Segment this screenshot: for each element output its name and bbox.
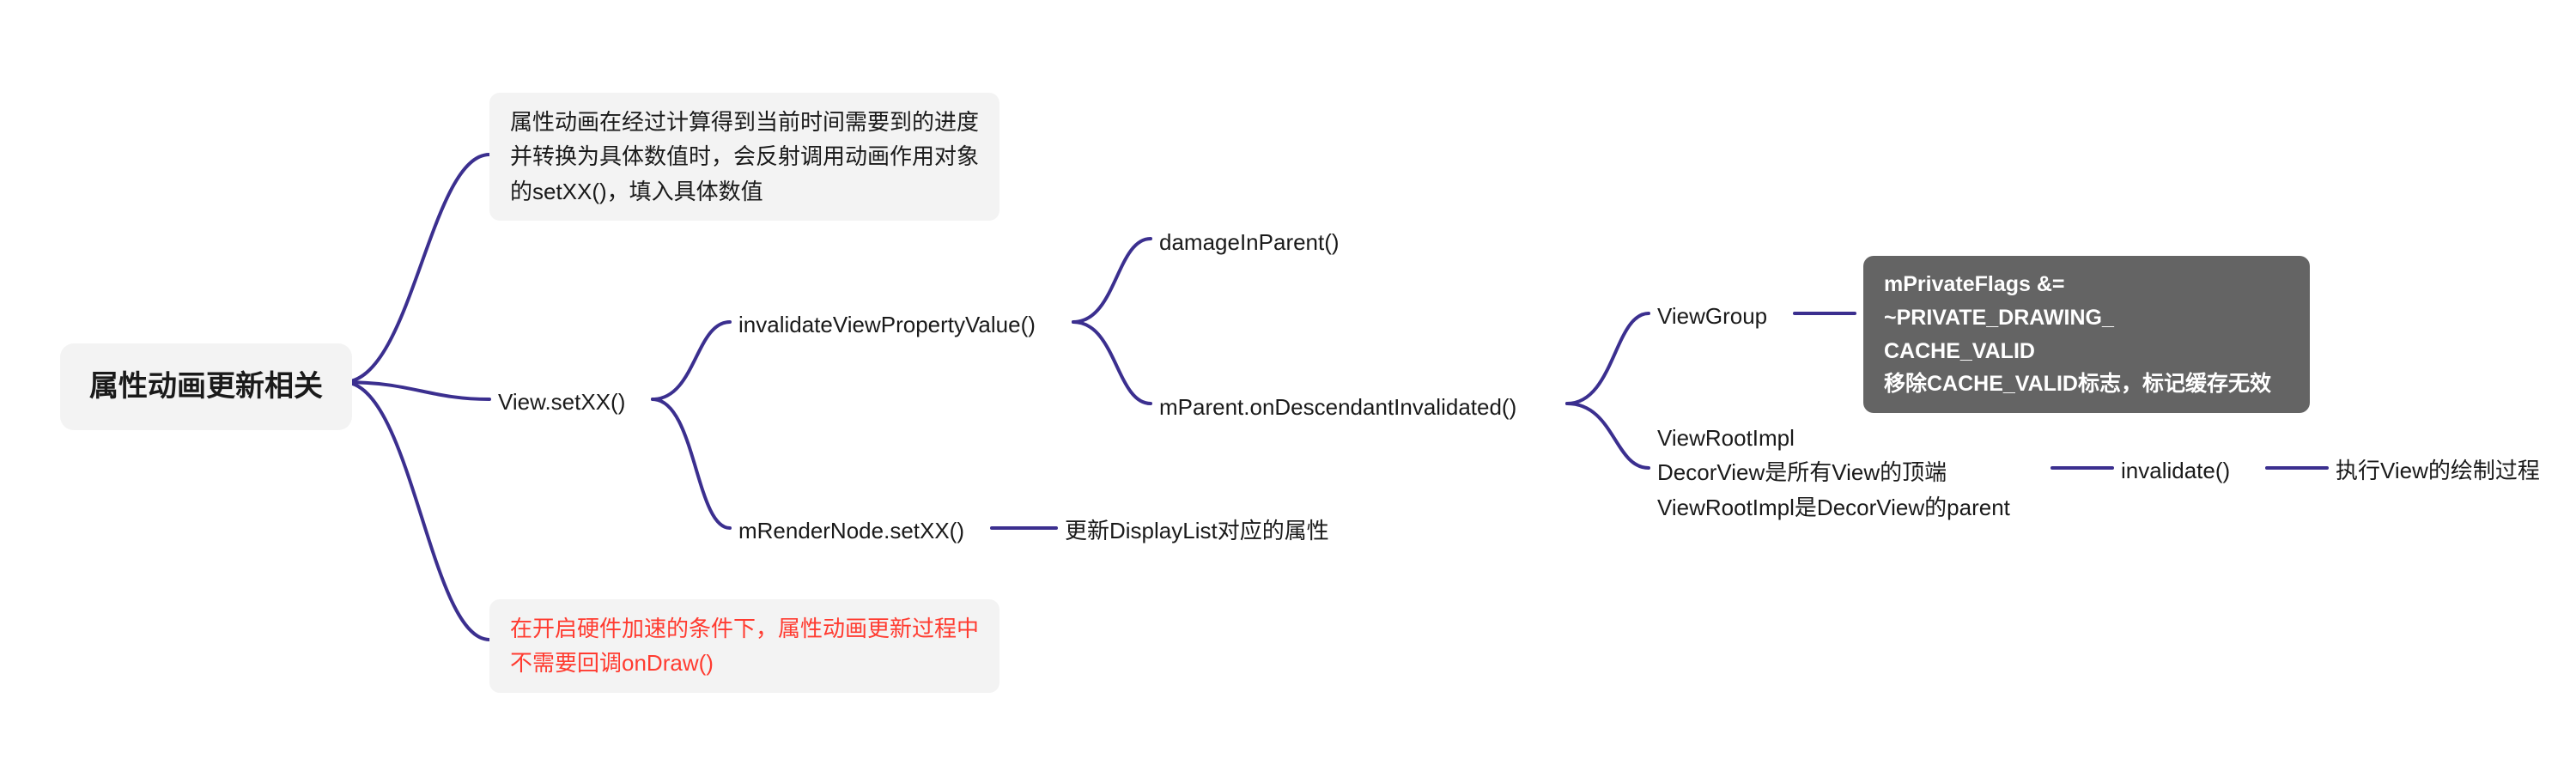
node-viewroot-line2: DecorView是所有View的顶端 [1657,455,2010,489]
node-viewgroup: ViewGroup [1657,299,1767,333]
node-view-setxx-label: View.setXX() [498,389,625,415]
node-descendant-label: mParent.onDescendantInvalidated() [1159,394,1516,420]
node-hw-accel-note: 在开启硬件加速的条件下，属性动画更新过程中 不需要回调onDraw() [489,599,999,693]
node-invalidate: invalidate() [2121,453,2230,488]
node-invalidate2-label: invalidate() [2121,458,2230,483]
root-label: 属性动画更新相关 [89,370,323,403]
node-damage-label: damageInParent() [1159,229,1340,255]
node-mrendernode-setxx: mRenderNode.setXX() [738,513,964,548]
node-description-line2: 并转换为具体数值时，会反射调用动画作用对象 [510,139,979,173]
node-hw-line1: 在开启硬件加速的条件下，属性动画更新过程中 [510,611,979,646]
node-update-displaylist-label: 更新DisplayList对应的属性 [1065,518,1329,543]
node-hw-line2: 不需要回调onDraw() [510,646,979,680]
node-flags-line2: CACHE_VALID [1884,335,2289,368]
node-viewgroup-label: ViewGroup [1657,303,1767,329]
node-viewdraw-label: 执行View的绘制过程 [2336,458,2540,483]
root-node: 属性动画更新相关 [60,343,352,430]
node-flags-line3: 移除CACHE_VALID标志，标记缓存无效 [1884,367,2289,401]
node-viewroot-line3: ViewRootImpl是DecorView的parent [1657,490,2010,525]
node-invalidate-label: invalidateViewPropertyValue() [738,312,1036,337]
node-mrendernode-label: mRenderNode.setXX() [738,518,964,543]
node-flags-line1: mPrivateFlags &= ~PRIVATE_DRAWING_ [1884,268,2289,335]
node-viewroot-line1: ViewRootImpl [1657,421,2010,455]
node-invalidate-view-property: invalidateViewPropertyValue() [738,307,1036,342]
node-description-line3: 的setXX()，填入具体数值 [510,174,979,209]
node-description-line1: 属性动画在经过计算得到当前时间需要到的进度 [510,105,979,139]
node-private-flags: mPrivateFlags &= ~PRIVATE_DRAWING_ CACHE… [1863,256,2310,413]
node-view-setxx: View.setXX() [498,385,625,419]
node-description: 属性动画在经过计算得到当前时间需要到的进度 并转换为具体数值时，会反射调用动画作… [489,93,999,221]
node-on-descendant-invalidated: mParent.onDescendantInvalidated() [1159,390,1516,424]
node-update-displaylist: 更新DisplayList对应的属性 [1065,513,1329,548]
node-view-draw-process: 执行View的绘制过程 [2336,453,2540,488]
node-viewrootimpl: ViewRootImpl DecorView是所有View的顶端 ViewRoo… [1657,421,2010,525]
node-damage-in-parent: damageInParent() [1159,225,1340,259]
